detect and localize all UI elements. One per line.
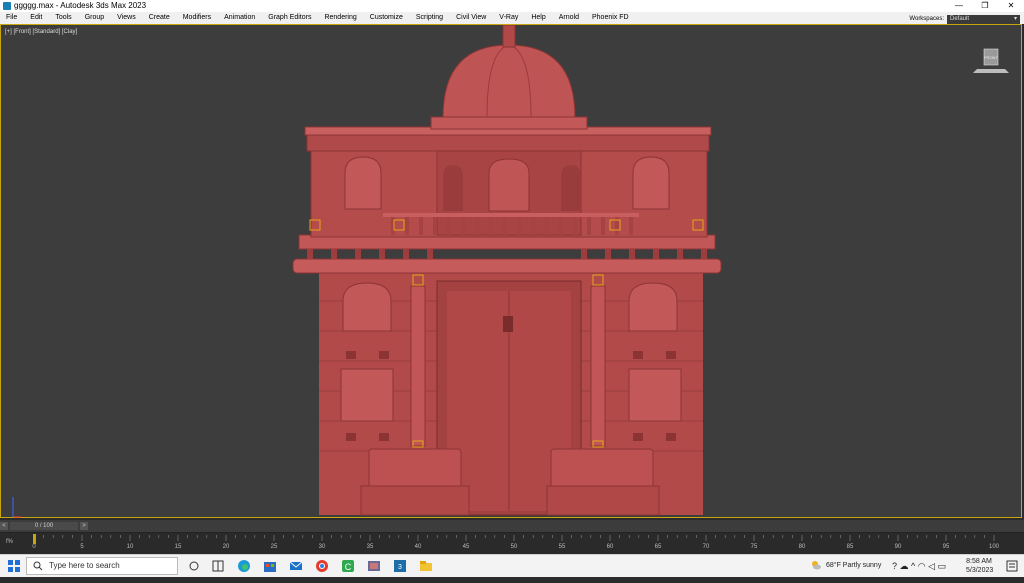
menu-arnold[interactable]: Arnold	[553, 12, 586, 24]
clock-time: 8:58 AM	[966, 558, 992, 565]
menu-views[interactable]: Views	[111, 12, 143, 24]
ruler-tick-label: 65	[655, 544, 662, 550]
ruler-tick-label: 50	[511, 544, 518, 550]
prev-frame-button[interactable]: <	[0, 522, 8, 530]
workspaces-dropdown[interactable]: Default	[947, 14, 1020, 24]
app-icon-image-viewer[interactable]	[366, 558, 382, 574]
ruler-tick-label: 95	[943, 544, 950, 550]
ruler-tick-label: 15	[175, 544, 182, 550]
mail-icon[interactable]	[288, 558, 304, 574]
help-icon[interactable]: ?	[892, 561, 897, 571]
menu-vray[interactable]: V-Ray	[493, 12, 525, 24]
keyboard-icon[interactable]: ▭	[938, 561, 947, 571]
ruler-tick-label: 25	[271, 544, 278, 550]
ruler-tick-label: 30	[319, 544, 326, 550]
menu-create[interactable]: Create	[143, 12, 177, 24]
menu-edit[interactable]: Edit	[24, 12, 49, 24]
widgets-icon[interactable]	[210, 558, 226, 574]
front-viewport[interactable]: [+] [Front] [Standard] [Clay] FRONT	[0, 24, 1022, 518]
taskbar-search-box[interactable]: Type here to search	[26, 557, 178, 575]
ruler-tick-label: 35	[367, 544, 374, 550]
task-view-icon[interactable]	[186, 558, 202, 574]
menu-graph-editors[interactable]: Graph Editors	[262, 12, 318, 24]
time-slider-bar: < 0 / 100 >	[0, 520, 1024, 532]
menu-bar: File Edit Tools Group Views Create Modif…	[0, 12, 1024, 24]
ruler-tick-label: 40	[415, 544, 422, 550]
menu-tools[interactable]: Tools	[49, 12, 78, 24]
chrome-icon[interactable]	[314, 558, 330, 574]
building-model[interactable]	[1, 25, 1023, 519]
menu-rendering[interactable]: Rendering	[318, 12, 363, 24]
windows-start-icon[interactable]	[6, 558, 22, 574]
ruler-tick-label: 60	[607, 544, 614, 550]
system-tray-icons[interactable]: ? ☁ ^ ◠ ◁ ▭	[892, 561, 946, 583]
windows-taskbar: Type here to search C 3 68°F Partly sunn…	[0, 554, 1024, 577]
volume-icon[interactable]: ◁	[928, 561, 935, 571]
axis-tripod-icon	[12, 497, 21, 518]
window-title: ggggg.max - Autodesk 3ds Max 2023	[14, 1, 147, 10]
weather-text: 68°F Partly sunny	[826, 562, 882, 569]
tray-app-icon[interactable]: ☁	[900, 561, 909, 571]
menu-group[interactable]: Group	[79, 12, 111, 24]
ruler-tick-label: 0	[32, 544, 36, 550]
edge-browser-icon[interactable]	[236, 558, 252, 574]
time-slider-thumb[interactable]: 0 / 100	[10, 522, 78, 530]
window-title-bar: ggggg.max - Autodesk 3ds Max 2023 — ❐ ✕	[0, 0, 1024, 12]
ruler-tick-label: 80	[799, 544, 806, 550]
menu-phoenix-fd[interactable]: Phoenix FD	[586, 12, 636, 24]
ruler-tick-label: 20	[223, 544, 230, 550]
store-icon[interactable]	[262, 558, 278, 574]
ruler-tick-label: 5	[80, 544, 84, 550]
ruler-tick-label: 75	[751, 544, 758, 550]
menu-scripting[interactable]: Scripting	[410, 12, 450, 24]
network-icon[interactable]: ◠	[918, 561, 926, 571]
maximize-button[interactable]: ❐	[972, 0, 998, 12]
ruler-tick-label: 70	[703, 544, 710, 550]
app-icon	[3, 2, 11, 10]
next-frame-button[interactable]: >	[80, 522, 88, 530]
svg-text:C: C	[345, 562, 352, 572]
menu-civil-view[interactable]: Civil View	[450, 12, 493, 24]
menu-customize[interactable]: Customize	[364, 12, 410, 24]
track-bar[interactable]: f% 0 5 10 15 20 25 30 35 40 45 50 55 60 65 70 75 80 85 90 9…	[0, 532, 1024, 555]
3dsmax-icon[interactable]: 3	[392, 558, 408, 574]
menu-modifiers[interactable]: Modifiers	[177, 12, 218, 24]
notification-icon[interactable]	[1004, 558, 1020, 574]
ruler-tick-label: 10	[127, 544, 134, 550]
ruler-tick-label: 90	[895, 544, 902, 550]
search-placeholder: Type here to search	[49, 561, 120, 570]
menu-file[interactable]: File	[0, 12, 24, 24]
file-explorer-icon[interactable]	[418, 558, 434, 574]
current-frame-marker[interactable]	[33, 534, 36, 544]
menu-animation[interactable]: Animation	[218, 12, 262, 24]
show-hidden-icon[interactable]: ^	[911, 561, 915, 571]
camtasia-icon[interactable]: C	[340, 558, 356, 574]
svg-text:3: 3	[398, 564, 402, 571]
ruler-tick-label: 100	[989, 544, 1000, 550]
minimize-button[interactable]: —	[946, 0, 972, 12]
frame-ruler[interactable]: 0 5 10 15 20 25 30 35 40 45 50 55 60 65 70 75 80 85 90 95 10…	[0, 533, 1024, 555]
ruler-tick-label: 55	[559, 544, 566, 550]
close-button[interactable]: ✕	[998, 0, 1024, 12]
clock-date: 5/3/2023	[966, 567, 994, 574]
partly-sunny-icon	[812, 561, 821, 570]
ruler-tick-label: 45	[463, 544, 470, 550]
ruler-tick-label: 85	[847, 544, 854, 550]
search-icon	[33, 561, 43, 571]
menu-help[interactable]: Help	[525, 12, 552, 24]
